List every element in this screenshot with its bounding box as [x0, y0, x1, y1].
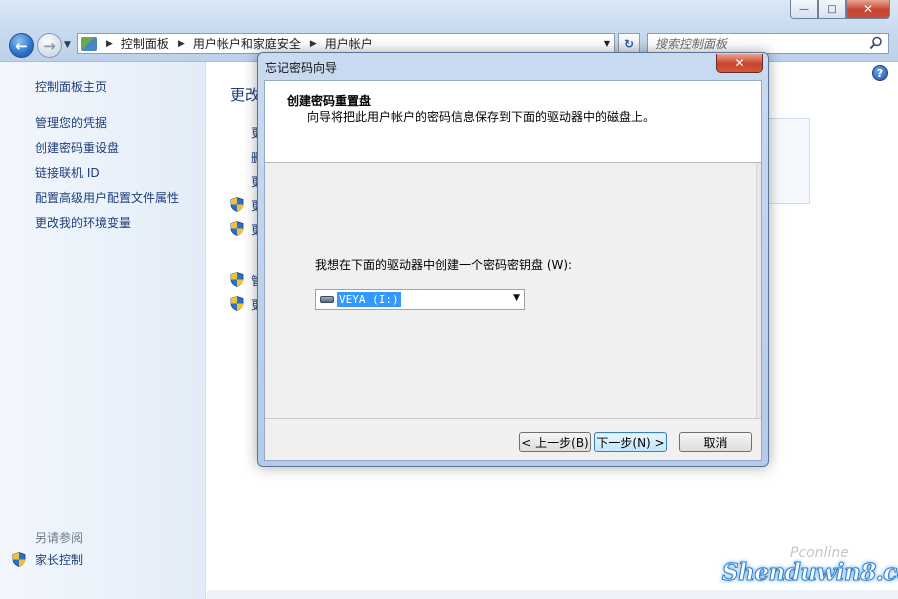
footer-divider: [265, 418, 761, 419]
forward-button[interactable]: →: [37, 33, 62, 58]
search-icon[interactable]: [869, 36, 883, 50]
bottom-strip: [207, 590, 898, 599]
arrow-left-icon: ←: [15, 36, 28, 55]
control-panel-home-link[interactable]: 控制面板主页: [35, 78, 107, 95]
forgotten-password-wizard-dialog: 忘记密码向导 ✕ 创建密码重置盘 向导将把此用户帐户的密码信息保存到下面的驱动器…: [257, 52, 769, 467]
help-button[interactable]: ?: [872, 65, 888, 81]
control-panel-icon: [81, 36, 97, 51]
dialog-body: 创建密码重置盘 向导将把此用户帐户的密码信息保存到下面的驱动器中的磁盘上。 我想…: [264, 80, 762, 461]
usb-drive-icon: [320, 296, 334, 303]
scrollbar-edge: [756, 163, 761, 418]
page-heading: 更改: [230, 86, 261, 104]
left-navigation-pane: 控制面板主页 管理您的凭据 创建密码重设盘 链接联机 ID 配置高级用户配置文件…: [0, 62, 206, 599]
close-icon: ✕: [734, 56, 745, 70]
dialog-close-button[interactable]: ✕: [716, 54, 763, 73]
advanced-profile-properties-link[interactable]: 配置高级用户配置文件属性: [35, 189, 179, 206]
back-step-button[interactable]: < 上一步(B): [519, 432, 591, 452]
shield-icon: [230, 221, 244, 236]
link-online-id-link[interactable]: 链接联机 ID: [35, 164, 100, 181]
close-button[interactable]: ✕: [846, 0, 890, 19]
wizard-header: 创建密码重置盘 向导将把此用户帐户的密码信息保存到下面的驱动器中的磁盘上。: [265, 81, 761, 163]
user-picture-panel: [762, 118, 810, 204]
create-password-reset-disk-link[interactable]: 创建密码重设盘: [35, 139, 119, 156]
breadcrumb-user-accounts-family-safety[interactable]: 用户帐户和家庭安全: [193, 35, 301, 52]
shield-icon: [230, 272, 244, 287]
next-step-button[interactable]: 下一步(N) >: [594, 432, 667, 452]
breadcrumb-control-panel[interactable]: 控制面板: [121, 35, 169, 52]
arrow-right-icon: →: [43, 36, 56, 55]
help-icon: ?: [876, 66, 884, 80]
refresh-button[interactable]: ↻: [618, 33, 640, 54]
breadcrumb-user-accounts[interactable]: 用户帐户: [325, 35, 373, 52]
minimize-button[interactable]: —: [790, 0, 818, 19]
chevron-down-icon[interactable]: ▼: [513, 293, 520, 303]
recent-pages-button[interactable]: ▼: [64, 40, 71, 50]
wizard-heading: 创建密码重置盘: [287, 94, 372, 108]
refresh-icon: ↻: [623, 36, 635, 51]
drive-selected-value: VEYA (I:): [337, 292, 401, 307]
site-watermark: Shenduwin8.com: [721, 559, 898, 587]
shield-icon: [230, 197, 244, 212]
parental-controls-link[interactable]: 家长控制: [35, 551, 83, 568]
drive-prompt-label: 我想在下面的驱动器中创建一个密码密钥盘 (W):: [315, 258, 573, 272]
manage-credentials-link[interactable]: 管理您的凭据: [35, 114, 107, 131]
cancel-button[interactable]: 取消: [679, 432, 752, 452]
shield-icon: [12, 552, 26, 567]
breadcrumb-separator-icon[interactable]: ▶: [178, 39, 185, 49]
breadcrumb-separator-icon[interactable]: ▶: [310, 39, 317, 49]
search-box[interactable]: [647, 33, 889, 54]
wizard-subtitle: 向导将把此用户帐户的密码信息保存到下面的驱动器中的磁盘上。: [307, 110, 656, 124]
drive-select[interactable]: VEYA (I:) ▼: [315, 289, 525, 310]
window-controls: — □ ✕: [790, 0, 890, 19]
see-also-heading: 另请参阅: [35, 531, 84, 545]
maximize-button[interactable]: □: [818, 0, 846, 19]
address-bar[interactable]: ▶ 控制面板 ▶ 用户帐户和家庭安全 ▶ 用户帐户 ▼: [77, 33, 615, 54]
dialog-title: 忘记密码向导: [265, 61, 338, 75]
breadcrumb-separator-icon[interactable]: ▶: [106, 39, 113, 49]
search-input[interactable]: [655, 34, 855, 53]
change-environment-variables-link[interactable]: 更改我的环境变量: [35, 214, 131, 231]
address-dropdown-icon[interactable]: ▼: [604, 39, 610, 48]
parental-controls-item[interactable]: 家长控制: [12, 551, 83, 568]
shield-icon: [230, 296, 244, 311]
back-button[interactable]: ←: [9, 33, 34, 58]
